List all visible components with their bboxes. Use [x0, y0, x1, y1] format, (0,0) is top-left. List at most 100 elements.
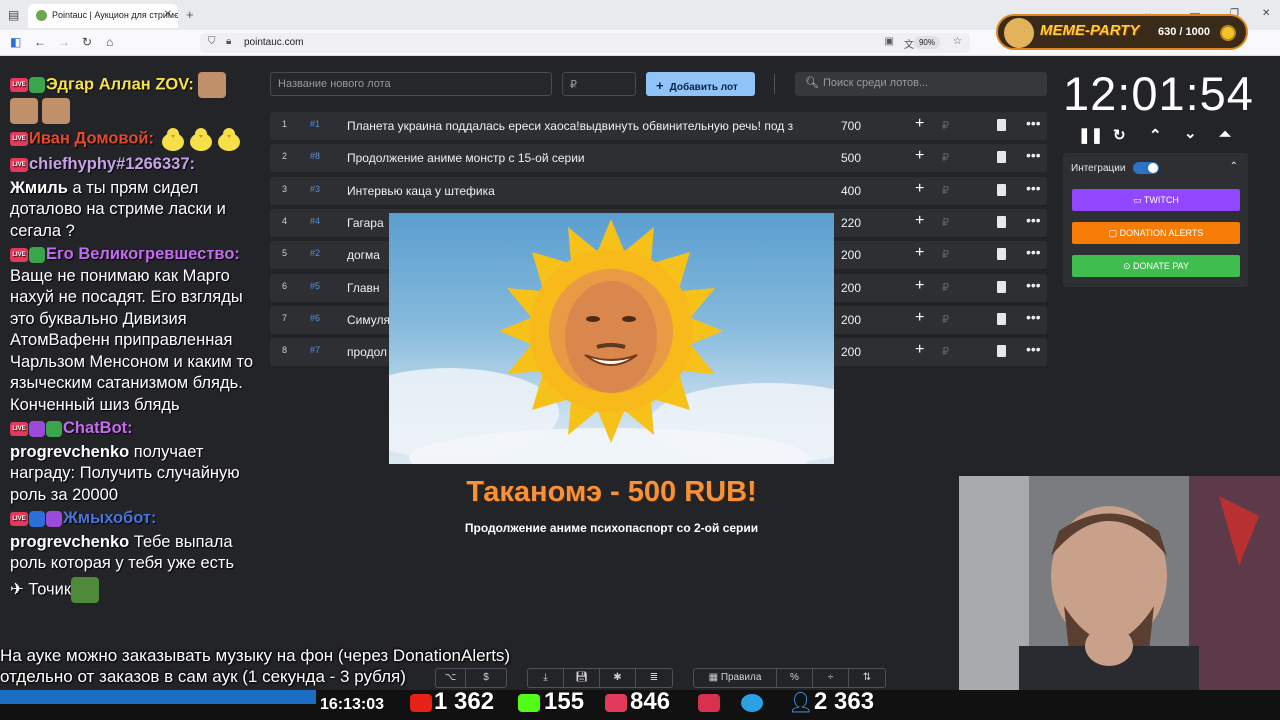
lot-title[interactable]: Интервью каца у штефика: [347, 184, 819, 198]
lot-search-input[interactable]: 🔍︎ Поиск среди лотов...: [795, 72, 1047, 96]
more-icon[interactable]: •••: [1026, 147, 1041, 163]
add-amount-icon[interactable]: +: [915, 309, 924, 327]
browser-tab[interactable]: Pointauc | Аукцион для стримє ✕: [28, 4, 178, 28]
lot-number: 7: [282, 312, 288, 323]
lot-amount[interactable]: 200: [841, 345, 861, 359]
add-amount-icon[interactable]: +: [915, 277, 924, 295]
integrations-toggle[interactable]: [1133, 162, 1159, 174]
translate-icon[interactable]: 文: [904, 36, 914, 51]
reset-icon[interactable]: ↻: [1113, 126, 1126, 144]
more-icon[interactable]: •••: [1026, 212, 1041, 228]
trash-icon[interactable]: [997, 119, 1006, 131]
add-amount-icon[interactable]: +: [915, 180, 924, 198]
chat-nick[interactable]: Иван Домовой:: [29, 129, 154, 147]
more-icon[interactable]: •••: [1026, 115, 1041, 131]
trash-icon[interactable]: [997, 151, 1006, 164]
chevron-up-icon[interactable]: ⌃: [1230, 161, 1238, 172]
pause-icon[interactable]: ❚❚: [1078, 126, 1103, 144]
percent-button[interactable]: %: [777, 669, 813, 687]
chick-emote-icon: [161, 128, 184, 151]
lot-amount[interactable]: 400: [841, 184, 861, 198]
chat-nick[interactable]: Эдгар Аллан ZOV:: [46, 75, 194, 93]
trash-icon[interactable]: [997, 280, 1006, 293]
plus-icon: +: [656, 78, 664, 93]
twitch-icon: ▭: [1133, 195, 1144, 205]
sort-icon[interactable]: ⇅: [849, 669, 885, 687]
chevron-down-icon[interactable]: ⌄: [1184, 124, 1197, 142]
trash-icon[interactable]: [997, 248, 1006, 261]
trash-icon[interactable]: [997, 345, 1006, 358]
url-field[interactable]: ⛉ 🔒︎ pointauc.com ▣ 文 90% ☆: [200, 33, 970, 53]
donate-pay-button[interactable]: ⊙ DONATE PAY: [1072, 255, 1240, 277]
chat-message: LIVE Жмыхобот:: [10, 508, 265, 530]
lot-title[interactable]: Планета украина поддалась ереси хаоса!вы…: [347, 119, 819, 133]
chevron-up-icon[interactable]: ⌃: [1149, 126, 1162, 144]
lot-amount[interactable]: 200: [841, 313, 861, 327]
stream-progress-strip: [0, 690, 316, 704]
lot-number: 3: [282, 183, 288, 194]
rules-button[interactable]: ▦ Правила: [694, 669, 777, 687]
lot-currency: ₽: [942, 152, 949, 165]
lot-amount[interactable]: 500: [841, 151, 861, 165]
more-icon[interactable]: •••: [1026, 244, 1041, 260]
new-tab-button[interactable]: +: [186, 7, 194, 22]
lot-amount[interactable]: 200: [841, 248, 861, 262]
add-amount-icon[interactable]: +: [915, 341, 924, 359]
trash-icon[interactable]: [997, 215, 1006, 228]
add-amount-icon[interactable]: +: [915, 115, 924, 133]
tab-close-icon[interactable]: ✕: [164, 9, 172, 20]
lot-row[interactable]: 2 #8 Продолжение аниме монстр с 15-ой сери…: [270, 144, 1047, 173]
bookmark-star-icon[interactable]: ☆: [953, 36, 962, 47]
download-icon[interactable]: ⤓: [528, 669, 564, 687]
meme-party-logo: MEME-PARTY: [1040, 22, 1140, 39]
clear-list-icon[interactable]: ≣: [636, 669, 672, 687]
chat-nick[interactable]: ChatBot:: [63, 419, 133, 437]
lot-amount[interactable]: 700: [841, 119, 861, 133]
donation-alerts-button[interactable]: ▢ DONATION ALERTS: [1072, 222, 1240, 244]
lot-currency: ₽: [942, 249, 949, 262]
meme-party-widget: MEME-PARTY 630 / 1000: [996, 14, 1248, 50]
add-amount-icon[interactable]: +: [915, 147, 924, 165]
lot-price-input[interactable]: ₽: [562, 72, 636, 96]
new-lot-input[interactable]: Название нового лота: [270, 72, 552, 96]
dollar-icon[interactable]: $: [466, 669, 506, 687]
lot-amount[interactable]: 200: [841, 281, 861, 295]
trash-icon[interactable]: [997, 183, 1006, 196]
more-icon[interactable]: •••: [1026, 341, 1041, 357]
home-icon[interactable]: ⌂: [106, 35, 113, 49]
add-amount-icon[interactable]: +: [915, 212, 924, 230]
zoom-badge[interactable]: 90%: [913, 36, 940, 49]
back-icon[interactable]: ←: [34, 35, 46, 49]
tab-list-icon[interactable]: ▤: [8, 8, 19, 22]
lot-amount[interactable]: 220: [841, 216, 861, 230]
chat-nick[interactable]: Его Великогревшество:: [46, 245, 240, 263]
chat-nick[interactable]: progrevchenko: [10, 533, 129, 551]
twitch-button[interactable]: ▭ TWITCH: [1072, 189, 1240, 211]
bug-icon[interactable]: ✱: [600, 669, 636, 687]
double-chevron-up-icon[interactable]: ⏶: [1219, 126, 1231, 143]
reload-icon[interactable]: ↻: [82, 35, 92, 49]
lot-title[interactable]: Продолжение аниме монстр с 15-ой серии: [347, 151, 819, 165]
search-icon: 🔍︎: [805, 77, 819, 89]
close-window-icon[interactable]: ✕: [1262, 8, 1270, 19]
emote-icon: [42, 98, 70, 124]
sidebar-icon[interactable]: ◧: [10, 35, 21, 49]
reader-icon[interactable]: ▣: [885, 36, 894, 47]
more-icon[interactable]: •••: [1026, 180, 1041, 196]
add-lot-button[interactable]: + Добавить лот: [646, 72, 755, 96]
more-icon[interactable]: •••: [1026, 309, 1041, 325]
chat-nick[interactable]: chiefhyphy#1266337:: [29, 155, 195, 173]
divide-icon[interactable]: ÷: [813, 669, 849, 687]
chat-nick[interactable]: Жмыхобот:: [63, 509, 157, 527]
lot-row[interactable]: 3 #3 Интервью каца у штефика 400 + ₽ •••: [270, 176, 1047, 205]
save-icon[interactable]: 💾︎: [564, 669, 600, 687]
add-amount-icon[interactable]: +: [915, 244, 924, 262]
lot-number: 4: [282, 215, 288, 226]
lot-row[interactable]: 1 #1 Планета украина поддалась ереси хаоса…: [270, 112, 1047, 140]
more-icon[interactable]: •••: [1026, 277, 1041, 293]
trash-icon[interactable]: [997, 312, 1006, 325]
chat-nick[interactable]: progrevchenko: [10, 443, 129, 461]
chat-nick[interactable]: Жмиль: [10, 179, 68, 197]
forward-icon[interactable]: →: [58, 35, 70, 49]
github-icon[interactable]: ⌥: [436, 669, 466, 687]
